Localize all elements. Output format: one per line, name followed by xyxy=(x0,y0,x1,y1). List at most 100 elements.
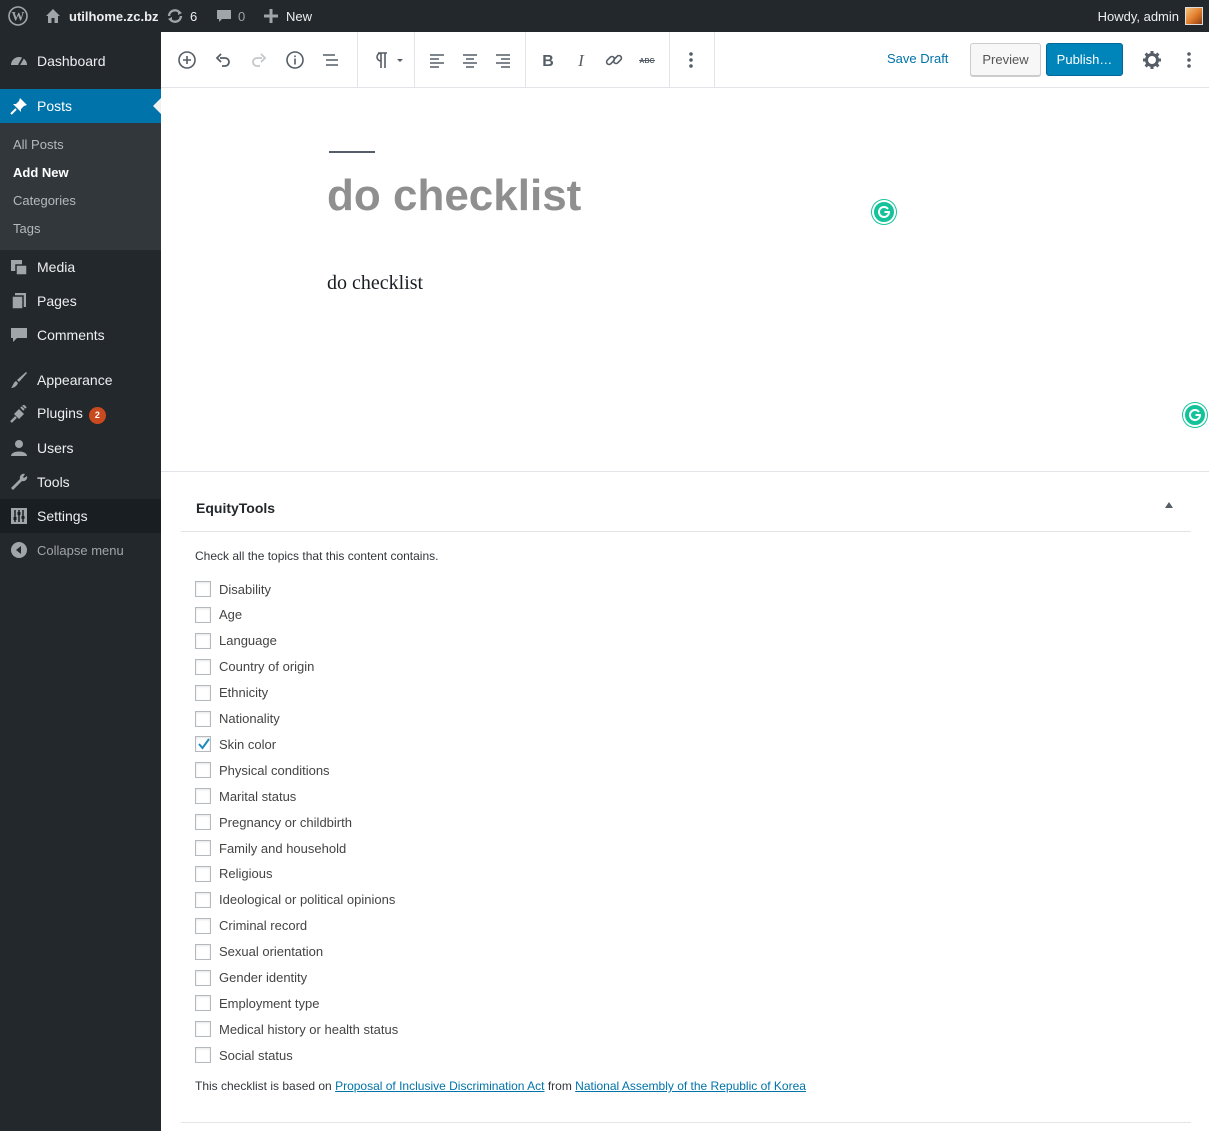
sidebar-item-comments[interactable]: Comments xyxy=(0,318,161,352)
checkbox[interactable] xyxy=(195,943,211,960)
more-tools-button[interactable] xyxy=(1177,48,1201,72)
checkbox[interactable] xyxy=(195,891,211,908)
strikethrough-button[interactable]: ABC xyxy=(635,48,659,72)
content-info-button[interactable] xyxy=(283,48,307,72)
note-prefix: This checklist is based on xyxy=(195,1079,336,1093)
checklist-item[interactable]: Physical conditions xyxy=(195,761,330,779)
checkbox[interactable] xyxy=(195,969,211,986)
add-block-button[interactable] xyxy=(175,48,199,72)
checklist-item[interactable]: Pregnancy or childbirth xyxy=(195,813,352,831)
submenu-item-categories[interactable]: Categories xyxy=(13,193,76,208)
checkbox[interactable] xyxy=(195,1021,211,1038)
sidebar-item-dashboard[interactable]: Dashboard xyxy=(0,44,161,78)
align-right-button[interactable] xyxy=(491,48,515,72)
updates-link[interactable]: 6 xyxy=(166,0,197,32)
checkbox[interactable] xyxy=(195,710,211,727)
toolbar-separator xyxy=(414,32,415,87)
checkbox[interactable] xyxy=(195,788,211,805)
checklist-item[interactable]: Country of origin xyxy=(195,658,314,676)
align-left-button[interactable] xyxy=(425,48,449,72)
checklist-item[interactable]: Employment type xyxy=(195,994,319,1012)
avatar[interactable] xyxy=(1185,7,1203,25)
post-title-input[interactable]: do checklist xyxy=(327,171,581,221)
checklist-item[interactable]: Skin color xyxy=(195,735,276,753)
align-center-button[interactable] xyxy=(458,48,482,72)
checkbox[interactable] xyxy=(195,762,211,779)
checklist-item[interactable]: Social status xyxy=(195,1046,293,1064)
checkbox[interactable] xyxy=(195,995,211,1012)
checkbox[interactable] xyxy=(195,658,211,675)
checklist-item[interactable]: Ethnicity xyxy=(195,684,268,702)
link-button[interactable] xyxy=(602,48,626,72)
checklist-item[interactable]: Language xyxy=(195,632,277,650)
sidebar-item-label: Settings xyxy=(37,508,88,524)
checkbox[interactable] xyxy=(195,606,211,623)
checklist-item[interactable]: Ideological or political opinions xyxy=(195,891,395,909)
sidebar-item-tools[interactable]: Tools xyxy=(0,465,161,499)
collapse-toggle-icon[interactable] xyxy=(1165,502,1173,508)
checkbox[interactable] xyxy=(195,581,211,597)
sidebar-item-appearance[interactable]: Appearance xyxy=(0,363,161,397)
link-icon xyxy=(605,54,623,66)
submenu-item-all-posts[interactable]: All Posts xyxy=(13,137,64,152)
sidebar-item-posts[interactable]: Posts xyxy=(0,89,161,123)
sidebar-item-label: Media xyxy=(37,259,76,275)
publish-button[interactable]: Publish… xyxy=(1046,43,1123,76)
checklist-item-label: Marital status xyxy=(219,788,297,804)
pushpin-icon xyxy=(10,97,28,115)
checklist-item[interactable]: Religious xyxy=(195,865,272,883)
grammarly-icon[interactable] xyxy=(872,200,896,224)
wordpress-logo-icon[interactable]: W xyxy=(8,0,28,32)
paragraph-block[interactable]: do checklist xyxy=(327,272,423,295)
save-draft-button[interactable]: Save Draft xyxy=(887,51,948,66)
national-assembly-link[interactable]: National Assembly of the Republic of Kor… xyxy=(575,1079,806,1093)
metabox-header[interactable]: EquityTools xyxy=(181,472,1191,532)
checklist-item-label: Language xyxy=(219,633,277,649)
sidebar-item-pages[interactable]: Pages xyxy=(0,284,161,318)
italic-button[interactable]: I xyxy=(569,48,593,72)
checkbox[interactable] xyxy=(195,814,211,831)
more-options-block-button[interactable] xyxy=(679,48,703,72)
block-type-switcher[interactable] xyxy=(367,48,407,72)
comments-link[interactable]: 0 xyxy=(216,0,245,32)
howdy-account-link[interactable]: Howdy, admin xyxy=(1098,0,1179,32)
checkbox[interactable] xyxy=(195,684,211,701)
redo-button[interactable] xyxy=(247,48,271,72)
checklist-item[interactable]: Medical history or health status xyxy=(195,1020,398,1038)
collapse-menu-button[interactable]: Collapse menu xyxy=(0,533,161,567)
checkbox[interactable] xyxy=(195,917,211,934)
sidebar-item-media[interactable]: Media xyxy=(0,250,161,284)
checklist-item[interactable]: Disability xyxy=(195,580,271,598)
act-proposal-link[interactable]: Proposal of Inclusive Discrimination Act xyxy=(335,1079,544,1093)
sidebar-item-users[interactable]: Users xyxy=(0,431,161,465)
undo-button[interactable] xyxy=(211,48,235,72)
submenu-item-tags[interactable]: Tags xyxy=(13,221,40,236)
new-content-link[interactable]: New xyxy=(264,0,312,32)
checklist-item[interactable]: Marital status xyxy=(195,787,296,805)
checklist-item[interactable]: Criminal record xyxy=(195,917,307,935)
wrench-icon xyxy=(10,473,28,491)
align-left-icon xyxy=(430,54,444,68)
sidebar-item-settings[interactable]: Settings xyxy=(0,499,161,533)
submenu-item-add-new[interactable]: Add New xyxy=(13,165,69,180)
settings-button[interactable] xyxy=(1140,48,1164,72)
checklist-item[interactable]: Family and household xyxy=(195,839,346,857)
sidebar-item-plugins[interactable]: Plugins 2 xyxy=(0,397,161,431)
preview-button[interactable]: Preview xyxy=(970,43,1041,76)
checkbox[interactable] xyxy=(195,865,211,882)
checklist-item[interactable]: Age xyxy=(195,606,242,624)
bold-button[interactable]: B xyxy=(536,48,560,72)
block-navigation-button[interactable] xyxy=(319,48,343,72)
checkbox[interactable] xyxy=(195,1047,211,1064)
grammarly-icon[interactable] xyxy=(1183,403,1207,427)
checkbox-checked[interactable] xyxy=(195,736,211,753)
checkbox[interactable] xyxy=(195,840,211,856)
plugins-label: Plugins xyxy=(37,404,83,421)
checklist-item[interactable]: Gender identity xyxy=(195,969,307,987)
checkbox[interactable] xyxy=(195,632,211,649)
svg-text:W: W xyxy=(12,9,25,24)
checklist-item[interactable]: Nationality xyxy=(195,710,280,728)
checklist-item[interactable]: Sexual orientation xyxy=(195,943,323,961)
site-name-link[interactable]: utilhome.zc.bz xyxy=(45,0,159,32)
checklist-item-label: Religious xyxy=(219,866,273,882)
